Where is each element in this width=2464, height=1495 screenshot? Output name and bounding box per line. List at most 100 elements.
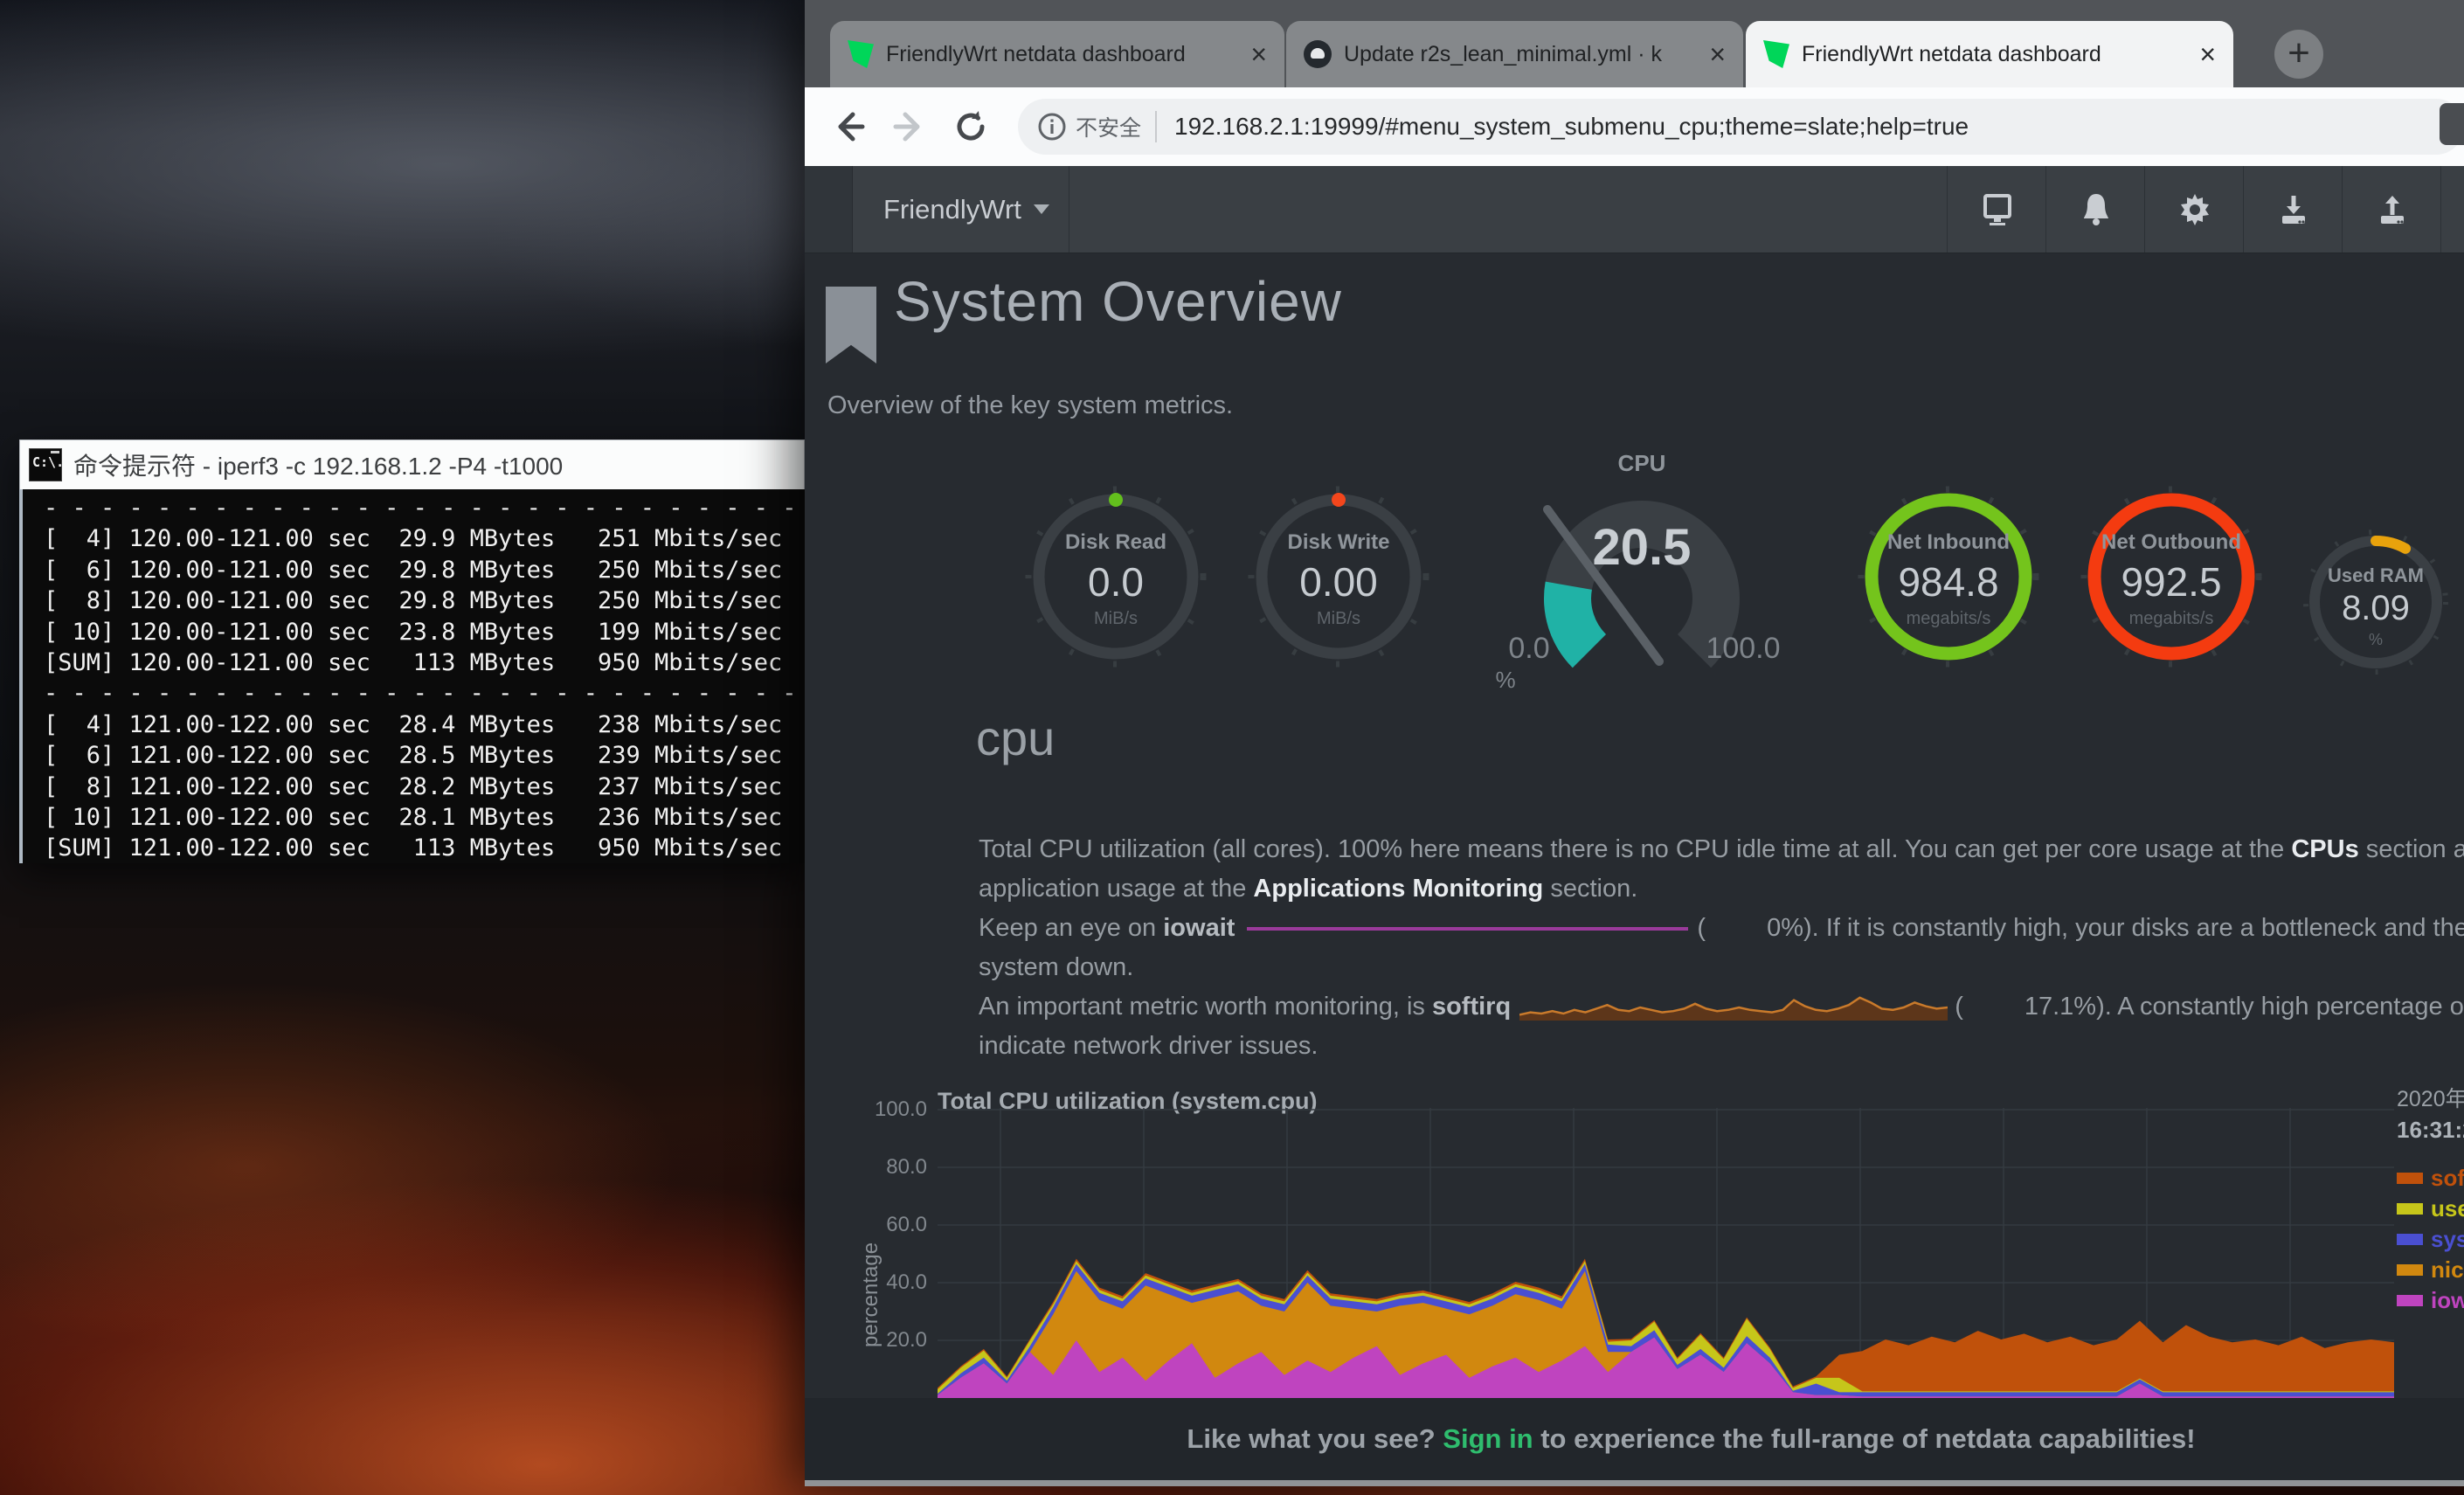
chart-timestamp-date: 2020年3	[2397, 1082, 2464, 1113]
gauge-unit: megabits/s	[2080, 609, 2263, 629]
legend-item-softirq[interactable]: softirq	[2397, 1167, 2464, 1189]
settings-button[interactable]	[2144, 166, 2244, 253]
gauge-label: Disk Write	[1247, 530, 1430, 555]
download-icon	[2276, 192, 2311, 227]
tab-close-icon[interactable]: ×	[2199, 40, 2216, 68]
chevron-down-icon	[1034, 204, 1049, 214]
gauge-dot	[1332, 493, 1346, 507]
gauge-min: 0.0	[1490, 632, 1568, 666]
print-view-button[interactable]	[1947, 166, 2046, 253]
gauge-used-ram[interactable]: Used RAM 8.09 %	[2301, 528, 2450, 676]
browser-toolbar: 不安全 192.168.2.1:19999/#menu_system_subme…	[805, 87, 2464, 166]
description-line: application usage at the Applications Mo…	[979, 869, 2464, 909]
gauge-value: 992.5	[2080, 558, 2263, 606]
new-tab-button[interactable]: +	[2274, 30, 2323, 79]
legend-label: iowait	[2431, 1287, 2464, 1314]
terminal-window[interactable]: C:\. 命令提示符 - iperf3 -c 192.168.1.2 -P4 -…	[19, 440, 805, 863]
cpu-description: Total CPU utilization (all cores). 100% …	[979, 830, 2464, 1066]
info-icon[interactable]	[1037, 112, 1067, 142]
tab-title: Update r2s_lean_minimal.yml · k	[1344, 42, 1695, 67]
applications-monitoring-link[interactable]: Applications Monitoring	[1253, 875, 1543, 903]
legend-swatch	[2397, 1234, 2423, 1245]
gauge-value: 984.8	[1857, 558, 2040, 606]
terminal-titlebar[interactable]: C:\. 命令提示符 - iperf3 -c 192.168.1.2 -P4 -…	[19, 440, 805, 489]
nav-cell-partial	[2440, 166, 2464, 253]
gauge-unit: MiB/s	[1247, 609, 1430, 629]
description-line: Keep an eye on iowait(0%). If it is cons…	[979, 909, 2464, 948]
y-axis-title: percentage	[859, 1242, 883, 1347]
cpu-chart-plot[interactable]	[938, 1108, 2394, 1398]
legend-swatch	[2397, 1295, 2423, 1306]
gear-icon	[2177, 192, 2212, 227]
legend-swatch	[2397, 1173, 2423, 1184]
tab-github[interactable]: Update r2s_lean_minimal.yml · k ×	[1286, 21, 1743, 87]
terminal-output[interactable]: - - - - - - - - - - - - - - - - - - - - …	[19, 489, 805, 863]
back-button[interactable]	[827, 106, 869, 148]
host-selector[interactable]: FriendlyWrt	[854, 166, 1069, 253]
legend-swatch	[2397, 1264, 2423, 1276]
banner-text: Like what you see? Sign in to experience…	[1187, 1423, 2195, 1455]
browser-window: FriendlyWrt netdata dashboard × Update r…	[805, 0, 2464, 1486]
alarms-button[interactable]	[2045, 166, 2145, 253]
page-subtitle: Overview of the key system metrics.	[827, 391, 1233, 420]
legend-item-user[interactable]: user	[2397, 1198, 2464, 1220]
bookmark-icon	[826, 287, 876, 363]
gauge-cpu[interactable]: CPU 20.5 0.0 100.0 %	[1502, 450, 1782, 686]
cmd-icon: C:\.	[29, 448, 62, 481]
signin-banner: Like what you see? Sign in to experience…	[805, 1398, 2464, 1480]
gauge-label: CPU	[1502, 450, 1782, 477]
bell-icon	[2080, 192, 2112, 227]
gauge-unit: MiB/s	[1024, 609, 1208, 629]
section-heading-cpu: cpu	[976, 709, 1055, 766]
description-line: indicate network driver issues.	[979, 1027, 2464, 1066]
upload-icon	[2375, 192, 2410, 227]
tab-strip: FriendlyWrt netdata dashboard × Update r…	[805, 0, 2464, 87]
gauge-value: 8.09	[2301, 589, 2450, 628]
cpus-link[interactable]: CPUs	[2291, 835, 2358, 863]
desktop: C:\. 命令提示符 - iperf3 -c 192.168.1.2 -P4 -…	[0, 0, 2464, 1495]
gauge-net-outbound[interactable]: Net Outbound 992.5 megabits/s	[2080, 485, 2263, 668]
netdata-favicon	[848, 40, 874, 68]
url-text[interactable]: 192.168.2.1:19999/#menu_system_submenu_c…	[1174, 113, 1969, 141]
gauge-unit: %	[1479, 667, 1532, 694]
legend-label: user	[2431, 1195, 2464, 1222]
legend-label: nice	[2431, 1256, 2464, 1284]
tab-close-icon[interactable]: ×	[1709, 40, 1726, 68]
tab-netdata-1[interactable]: FriendlyWrt netdata dashboard ×	[830, 21, 1284, 87]
monitor-icon	[1980, 192, 2015, 227]
extension-icon[interactable]	[2440, 103, 2464, 145]
tab-title: FriendlyWrt netdata dashboard	[886, 42, 1236, 67]
reload-button[interactable]	[950, 106, 992, 148]
gauge-value: 0.0	[1024, 558, 1208, 606]
gauge-net-inbound[interactable]: Net Inbound 984.8 megabits/s	[1857, 485, 2040, 668]
host-name: FriendlyWrt	[883, 194, 1021, 225]
gauge-label: Used RAM	[2301, 564, 2450, 587]
divider	[1155, 111, 1157, 142]
gauge-disk-write[interactable]: Disk Write 0.00 MiB/s	[1247, 485, 1430, 668]
legend-item-nice[interactable]: nice	[2397, 1259, 2464, 1281]
gauge-disk-read[interactable]: Disk Read 0.0 MiB/s	[1024, 485, 1208, 668]
description-line: Total CPU utilization (all cores). 100% …	[979, 830, 2464, 869]
legend-label: system	[2431, 1226, 2464, 1253]
dashboard-page: System Overview Overview of the key syst…	[805, 253, 2464, 1398]
sign-in-link[interactable]: Sign in	[1443, 1423, 1533, 1454]
iowait-sparkline	[1247, 927, 1688, 931]
import-snapshot-button[interactable]	[2342, 166, 2441, 253]
gauge-dot	[1109, 493, 1123, 507]
address-bar[interactable]: 不安全 192.168.2.1:19999/#menu_system_subme…	[1018, 99, 2464, 155]
gauge-label: Disk Read	[1024, 530, 1208, 555]
tab-netdata-active[interactable]: FriendlyWrt netdata dashboard ×	[1746, 21, 2233, 87]
description-line: An important metric worth monitoring, is…	[979, 987, 2464, 1027]
chart-timestamp-time: 16:31:2	[2397, 1117, 2464, 1144]
softirq-sparkline	[1519, 993, 1948, 1022]
tab-close-icon[interactable]: ×	[1250, 40, 1267, 68]
forward-button[interactable]	[889, 106, 931, 148]
window-bottom-edge	[805, 1480, 2464, 1486]
export-snapshot-button[interactable]	[2243, 166, 2343, 253]
terminal-title: 命令提示符 - iperf3 -c 192.168.1.2 -P4 -t1000	[73, 447, 563, 482]
legend-item-system[interactable]: system	[2397, 1229, 2464, 1250]
gauge-label: Net Outbound	[2080, 530, 2263, 555]
legend-label: softirq	[2431, 1165, 2464, 1192]
description-line: system down.	[979, 948, 2464, 987]
legend-item-iowait[interactable]: iowait	[2397, 1290, 2464, 1312]
